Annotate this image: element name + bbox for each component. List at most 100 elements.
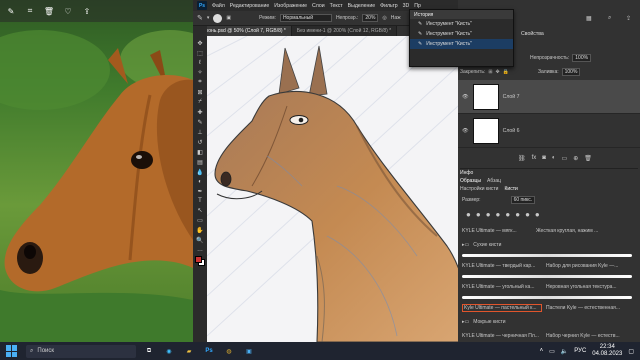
crop-icon[interactable]: ⌗ xyxy=(25,6,35,16)
lock-position-icon[interactable]: ✥ xyxy=(496,69,500,75)
info-tab[interactable]: Инфо xyxy=(460,168,638,177)
file-explorer-icon[interactable]: ▰ xyxy=(182,345,196,357)
size-field[interactable]: 60 пикс. xyxy=(510,196,536,204)
frame-tool-icon[interactable]: ⊠ xyxy=(197,89,202,96)
brush-settings-icon[interactable]: ▣ xyxy=(226,15,231,21)
language-indicator[interactable]: РУС xyxy=(574,348,586,354)
new-layer-icon[interactable]: ⊕ xyxy=(573,155,578,162)
brush-item[interactable]: Kyle Ultimate — пастельный к... Пастели … xyxy=(462,301,638,315)
menu-3d[interactable]: 3D xyxy=(403,3,410,9)
mask-icon[interactable]: ◙ xyxy=(542,155,546,162)
brush-preset-icon[interactable] xyxy=(213,13,223,23)
stamp-tool-icon[interactable]: ⊥ xyxy=(197,129,202,136)
history-brush-icon[interactable]: ↺ xyxy=(197,139,202,146)
pen-tool-icon[interactable]: ✒ xyxy=(197,188,202,195)
crop-tool-icon[interactable]: ⌗ xyxy=(198,79,201,86)
dodge-tool-icon[interactable]: ◐ xyxy=(198,179,202,185)
folder-icon[interactable]: ▭ xyxy=(562,155,568,162)
brush-item[interactable]: KYLE Ultimate — мягк... Жесткая круглая,… xyxy=(462,224,638,238)
eyedropper-icon[interactable]: ⌿ xyxy=(198,99,202,106)
visibility-icon[interactable]: 👁 xyxy=(462,128,469,134)
chevron-up-icon[interactable]: ˄ xyxy=(540,348,544,354)
layer-row[interactable]: 👁 Слой 7 xyxy=(458,80,640,114)
tab-brushes[interactable]: Кисти xyxy=(504,186,517,192)
pressure-opacity-icon[interactable]: ◎ xyxy=(382,15,386,21)
history-title[interactable]: История xyxy=(410,10,513,19)
fill-field[interactable]: 100% xyxy=(561,68,581,76)
lock-pixels-icon[interactable]: ⊞ xyxy=(488,69,492,75)
more-tools-icon[interactable]: … xyxy=(197,247,203,253)
hand-tool-icon[interactable]: ✋ xyxy=(196,227,203,234)
workspace-icon[interactable]: ▦ xyxy=(586,15,592,22)
photoshop-taskbar-icon[interactable]: Ps xyxy=(202,345,216,357)
menu-image[interactable]: Изображение xyxy=(274,3,307,9)
visibility-icon[interactable]: 👁 xyxy=(462,94,469,100)
menu-file[interactable]: Файл xyxy=(212,3,225,9)
brush-thumb-icon[interactable]: ● xyxy=(535,210,540,219)
gradient-tool-icon[interactable]: ▤ xyxy=(197,159,203,166)
brush-thumb-icon[interactable]: ● xyxy=(466,210,471,219)
search-input[interactable]: ⌕ Поиск xyxy=(26,344,136,358)
lock-all-icon[interactable]: 🔒 xyxy=(503,69,509,75)
chevron-down-icon[interactable]: ▾ xyxy=(207,15,210,21)
marquee-tool-icon[interactable]: ⬚ xyxy=(197,50,203,57)
layer-opacity-field[interactable]: 100% xyxy=(572,54,592,62)
zoom-tool-icon[interactable]: 🔍 xyxy=(196,237,203,244)
brush-item[interactable]: KYLE Ultimate — твердый кар... Набор для… xyxy=(462,259,638,273)
opacity-field[interactable]: 20% xyxy=(362,14,379,22)
tab-untitled[interactable]: Без имени-1 @ 200% (Слой 12, RGB/8) * xyxy=(291,26,398,36)
search-icon[interactable]: ⌕ xyxy=(608,15,611,22)
properties-title[interactable]: Свойства xyxy=(521,31,544,37)
blur-tool-icon[interactable]: 💧 xyxy=(196,169,203,176)
brush-item[interactable]: KYLE Ultimate — угольный ка... Неровная … xyxy=(462,280,638,294)
brush-thumb-icon[interactable]: ● xyxy=(476,210,481,219)
link-layers-icon[interactable]: ⛓ xyxy=(518,155,526,162)
eraser-tool-icon[interactable]: ◧ xyxy=(197,149,203,156)
tab-horse-psd[interactable]: конь.psd @ 50% (Слой 7, RGB/8) * xyxy=(201,26,292,36)
healing-brush-icon[interactable]: ✚ xyxy=(197,109,202,116)
edit-icon[interactable]: ✎ xyxy=(6,6,16,16)
edge-icon[interactable]: ◉ xyxy=(162,345,176,357)
brush-group[interactable]: ▸▭ Мокрые кисти xyxy=(462,315,638,329)
move-tool-icon[interactable]: ✥ xyxy=(197,40,202,47)
mode-select[interactable]: Нормальный xyxy=(279,14,332,22)
shape-tool-icon[interactable]: ▭ xyxy=(197,217,203,224)
lasso-tool-icon[interactable]: ℓ xyxy=(199,60,201,66)
brush-tool-icon[interactable]: ✎ xyxy=(197,119,202,126)
task-view-icon[interactable]: ⧉ xyxy=(142,345,156,357)
menu-edit[interactable]: Редактирование xyxy=(230,3,270,9)
clock[interactable]: 22:34 04.08.2023 xyxy=(592,344,622,358)
magic-wand-icon[interactable]: ✧ xyxy=(197,69,202,76)
menu-filter[interactable]: Фильтр xyxy=(380,3,397,9)
menu-more[interactable]: Пр xyxy=(414,3,421,9)
share-icon[interactable]: ⇪ xyxy=(82,6,92,16)
brush-thumb-icon[interactable]: ● xyxy=(486,210,491,219)
brush-group[interactable]: ▸▭ Сухие кисти xyxy=(462,238,638,252)
brush-tool-icon[interactable]: ✎ xyxy=(197,14,203,22)
history-item[interactable]: ✎ Инструмент "Кисть" xyxy=(410,29,513,39)
type-tool-icon[interactable]: T xyxy=(198,198,202,204)
menu-select[interactable]: Выделение xyxy=(348,3,376,9)
delete-icon[interactable]: 🗑 xyxy=(44,6,54,16)
history-item[interactable]: ✎ Инструмент "Кисть" xyxy=(410,39,513,49)
favorite-icon[interactable]: ♡ xyxy=(63,6,73,16)
chrome-icon[interactable]: ◍ xyxy=(222,345,236,357)
brush-item[interactable]: KYLE Ultimate — черничная Пл... Набор че… xyxy=(462,329,638,343)
tab-swatches[interactable]: Образцы xyxy=(460,178,481,184)
layer-row[interactable]: 👁 Слой 6 xyxy=(458,114,640,148)
path-select-icon[interactable]: ↖ xyxy=(197,207,202,214)
notifications-icon[interactable]: ▢ xyxy=(628,348,634,355)
share-icon[interactable]: ⇪ xyxy=(626,15,631,22)
photos-icon[interactable]: ▣ xyxy=(242,345,256,357)
menu-layers[interactable]: Слои xyxy=(312,3,325,9)
document-canvas[interactable] xyxy=(207,36,469,342)
menu-text[interactable]: Текст xyxy=(330,3,343,9)
brush-thumb-icon[interactable]: ● xyxy=(525,210,530,219)
history-item[interactable]: ✎ Инструмент "Кисть" xyxy=(410,19,513,29)
trash-icon[interactable]: 🗑 xyxy=(584,155,592,162)
adjustment-icon[interactable]: ◐ xyxy=(552,155,556,162)
network-icon[interactable]: ▭ xyxy=(549,348,555,355)
brush-thumb-icon[interactable]: ● xyxy=(496,210,501,219)
color-swatches-icon[interactable] xyxy=(195,256,205,266)
volume-icon[interactable]: 🔈 xyxy=(561,348,568,355)
